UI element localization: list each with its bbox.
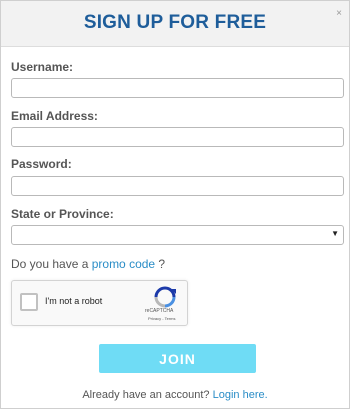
modal-header: SIGN UP FOR FREE × [1,1,349,47]
recaptcha-logo-icon [154,286,176,308]
email-label: Email Address: [11,109,98,123]
promo-line: Do you have a promo code ? [11,257,165,271]
footer-line: Already have an account? Login here. [1,389,349,401]
email-input[interactable] [11,127,344,147]
footer-prefix: Already have an account? [82,389,213,401]
recaptcha-checkbox[interactable] [20,293,38,311]
join-button[interactable]: JOIN [99,344,256,373]
state-select[interactable]: ▼ [11,225,344,245]
caret-down-icon: ▼ [331,229,339,238]
recaptcha-brand: reCAPTCHA [145,308,174,314]
recaptcha-terms[interactable]: Privacy - Terms [148,316,175,321]
username-label: Username: [11,60,74,74]
signup-modal: SIGN UP FOR FREE × Username: Email Addre… [0,0,350,409]
recaptcha-widget: I'm not a robot reCAPTCHA Privacy - Term… [11,280,188,326]
state-label: State or Province: [11,207,114,221]
password-input[interactable] [11,176,344,196]
promo-prefix: Do you have a [11,257,92,271]
password-label: Password: [11,157,72,171]
promo-suffix: ? [155,257,166,271]
login-link[interactable]: Login here. [213,389,268,401]
close-icon[interactable]: × [336,9,342,19]
username-input[interactable] [11,78,344,98]
recaptcha-label: I'm not a robot [45,296,103,306]
modal-title: SIGN UP FOR FREE [83,12,267,33]
promo-code-link[interactable]: promo code [92,257,155,271]
